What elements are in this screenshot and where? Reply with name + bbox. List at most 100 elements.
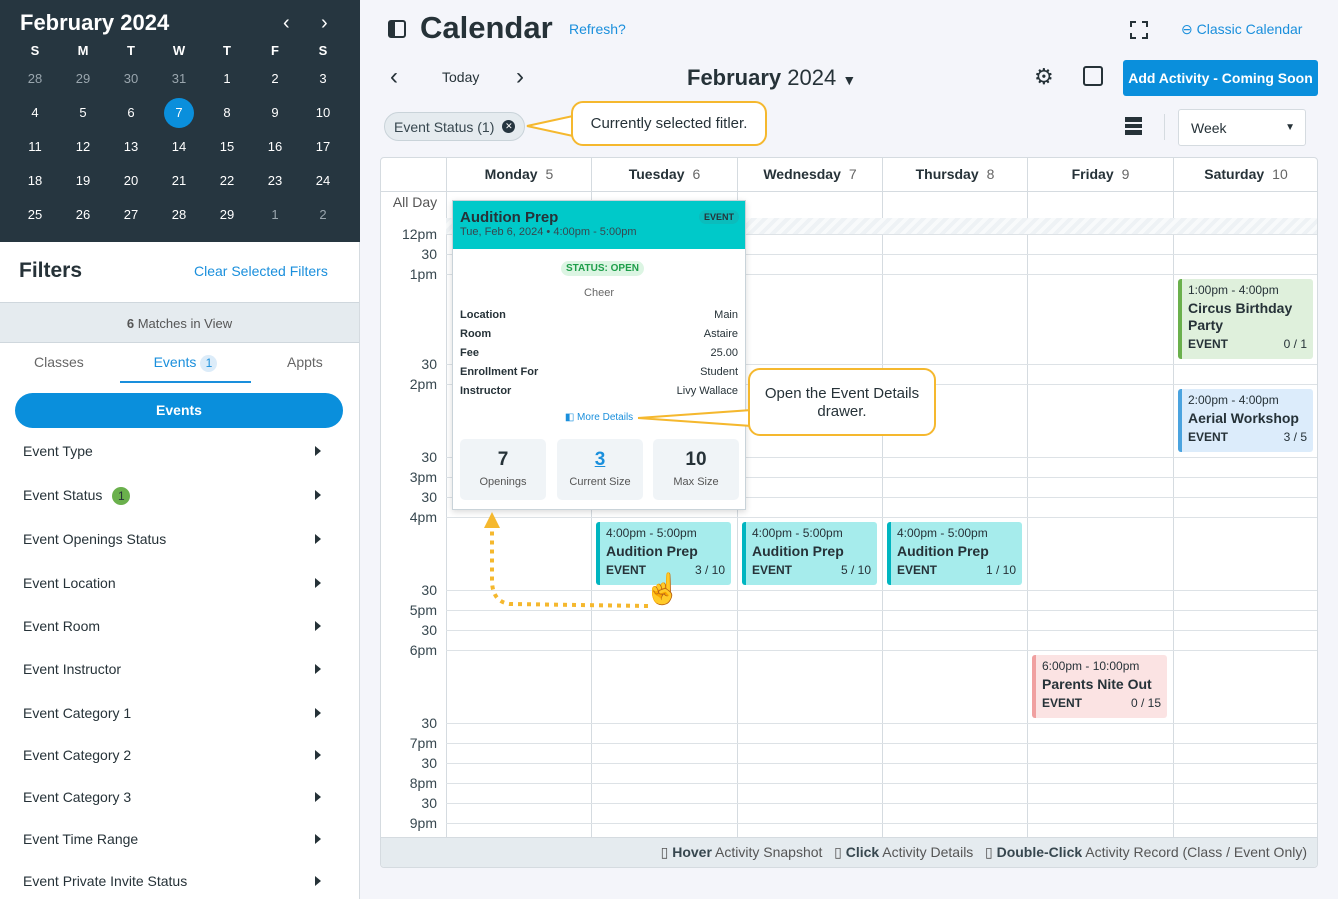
mini-calendar-day[interactable]: 13	[116, 132, 146, 162]
mini-calendar-day[interactable]: 6	[116, 98, 146, 128]
mini-calendar-day[interactable]: 28	[164, 200, 194, 230]
mini-calendar-day[interactable]: 21	[164, 166, 194, 196]
mini-calendar-day[interactable]: 23	[260, 166, 290, 196]
mini-calendar-day[interactable]: 4	[20, 98, 50, 128]
filter-item-label: Event Room	[23, 618, 101, 634]
event-card[interactable]: 2:00pm - 4:00pm Aerial Workshop EVENT 3 / 5	[1178, 389, 1313, 452]
mini-calendar-day[interactable]: 22	[212, 166, 242, 196]
clear-filters-link[interactable]: Clear Selected Filters	[194, 263, 328, 279]
prev-month-icon[interactable]: ‹	[283, 12, 290, 35]
filter-item[interactable]: Event Private Invite Status	[23, 873, 333, 893]
event-type: EVENT	[897, 563, 938, 577]
filter-item[interactable]: Event Openings Status	[23, 531, 333, 551]
mini-calendar-day[interactable]: 8	[212, 98, 242, 128]
mini-calendar-day[interactable]: 7	[164, 98, 194, 128]
print-icon[interactable]	[1083, 66, 1103, 86]
mini-calendar-day[interactable]: 10	[308, 98, 338, 128]
event-type: EVENT	[1042, 696, 1083, 710]
filter-chip-event-status[interactable]: Event Status (1) ✕	[384, 112, 526, 141]
day-number: 8	[986, 166, 995, 182]
events-section-button[interactable]: Events	[15, 393, 343, 428]
month-selector[interactable]: February 2024 ▼	[687, 65, 856, 91]
sidebar-toggle-icon[interactable]	[388, 20, 406, 38]
classic-calendar-link[interactable]: ⊖ Classic Calendar	[1181, 21, 1302, 38]
mini-calendar-day[interactable]: 5	[68, 98, 98, 128]
mini-calendar-day[interactable]: 31	[164, 64, 194, 94]
mini-calendar-day[interactable]: 12	[68, 132, 98, 162]
column-line	[1173, 191, 1174, 837]
mini-calendar-day[interactable]: 29	[212, 200, 242, 230]
filter-item[interactable]: Event Category 3	[23, 789, 333, 809]
mini-calendar-day[interactable]: 29	[68, 64, 98, 94]
filter-item[interactable]: Event Type	[23, 443, 333, 463]
add-activity-button[interactable]: Add Activity - Coming Soon	[1123, 60, 1318, 96]
mini-calendar-day[interactable]: 16	[260, 132, 290, 162]
mini-calendar-day[interactable]: 28	[20, 64, 50, 94]
mini-calendar-day[interactable]: 1	[260, 200, 290, 230]
remove-filter-icon[interactable]: ✕	[502, 120, 516, 133]
double-click-desc: Activity Record (Class / Event Only)	[1082, 844, 1307, 860]
view-select[interactable]: Week ▼	[1178, 109, 1306, 146]
caret-right-icon	[315, 534, 321, 544]
day-name: Wednesday	[763, 166, 841, 182]
event-time: 4:00pm - 5:00pm	[897, 526, 988, 540]
annotation-arrows	[484, 408, 753, 608]
filter-count-badge: 1	[112, 487, 131, 505]
mini-calendar-day[interactable]: 2	[260, 64, 290, 94]
filter-item[interactable]: Event Category 1	[23, 705, 333, 725]
mini-calendar-day[interactable]: 30	[116, 64, 146, 94]
mini-calendar-day[interactable]: 19	[68, 166, 98, 196]
callout-drawer: Open the Event Details drawer.	[748, 368, 936, 436]
filter-item[interactable]: Event Instructor	[23, 661, 333, 681]
list-view-icon[interactable]	[1125, 117, 1142, 135]
filter-item[interactable]: Event Room	[23, 618, 333, 638]
next-week-icon[interactable]: ›	[516, 63, 524, 91]
mini-calendar-day[interactable]: 17	[308, 132, 338, 162]
event-card[interactable]: 6:00pm - 10:00pm Parents Nite Out EVENT 0 /…	[1032, 655, 1167, 718]
all-day-label: All Day	[392, 194, 438, 210]
tab-events[interactable]: Events 1	[120, 354, 251, 383]
event-card[interactable]: 4:00pm - 5:00pm Audition Prep EVENT 1 / 10	[887, 522, 1022, 585]
filter-item[interactable]: Event Location	[23, 575, 333, 595]
event-enrollment-count: 5 / 10	[840, 563, 871, 577]
filter-item[interactable]: Event Category 2	[23, 747, 333, 767]
filter-item[interactable]: Event Time Range	[23, 831, 333, 851]
time-label: 2pm	[409, 376, 437, 392]
mini-calendar-day[interactable]: 2	[308, 200, 338, 230]
weekday-header: S	[318, 43, 328, 58]
refresh-link[interactable]: Refresh?	[569, 21, 626, 37]
hand-cursor-icon: ☝	[644, 573, 682, 606]
prev-week-icon[interactable]: ‹	[390, 63, 398, 91]
row-line	[446, 763, 1317, 764]
weekday-header: T	[223, 43, 231, 58]
mini-calendar-day[interactable]: 20	[116, 166, 146, 196]
tab-appts[interactable]: Appts	[287, 354, 323, 370]
mini-calendar-day[interactable]: 27	[116, 200, 146, 230]
mini-calendar-day[interactable]: 14	[164, 132, 194, 162]
mini-calendar-day[interactable]: 9	[260, 98, 290, 128]
page-title: Calendar	[420, 10, 553, 45]
event-card[interactable]: 1:00pm - 4:00pm Circus Birthday Party EVEN…	[1178, 279, 1313, 359]
status-badge: STATUS: OPEN	[561, 261, 644, 276]
today-button[interactable]: Today	[442, 69, 479, 85]
matches-count: 6 Matches in View	[0, 302, 359, 343]
mini-calendar-day[interactable]: 18	[20, 166, 50, 196]
filter-item-label: Event Openings Status	[23, 531, 167, 547]
event-type: EVENT	[1188, 430, 1229, 444]
fullscreen-icon[interactable]	[1130, 21, 1148, 39]
mini-calendar-day[interactable]: 15	[212, 132, 242, 162]
filter-item-label: Event Location	[23, 575, 116, 591]
mini-calendar-day[interactable]: 3	[308, 64, 338, 94]
mini-calendar-day[interactable]: 26	[68, 200, 98, 230]
settings-gear-icon[interactable]: ⚙	[1034, 64, 1054, 90]
mini-calendar-day[interactable]: 11	[20, 132, 50, 162]
mini-calendar-day[interactable]: 24	[308, 166, 338, 196]
mini-calendar-day[interactable]: 1	[212, 64, 242, 94]
tab-classes[interactable]: Classes	[34, 354, 84, 370]
filter-item[interactable]: Event Status 1	[23, 487, 333, 507]
event-title: Aerial Workshop	[1188, 410, 1299, 426]
mini-calendar-day[interactable]: 25	[20, 200, 50, 230]
next-month-icon[interactable]: ›	[321, 12, 328, 35]
time-label: 30	[421, 246, 437, 262]
event-time: 2:00pm - 4:00pm	[1188, 393, 1279, 407]
